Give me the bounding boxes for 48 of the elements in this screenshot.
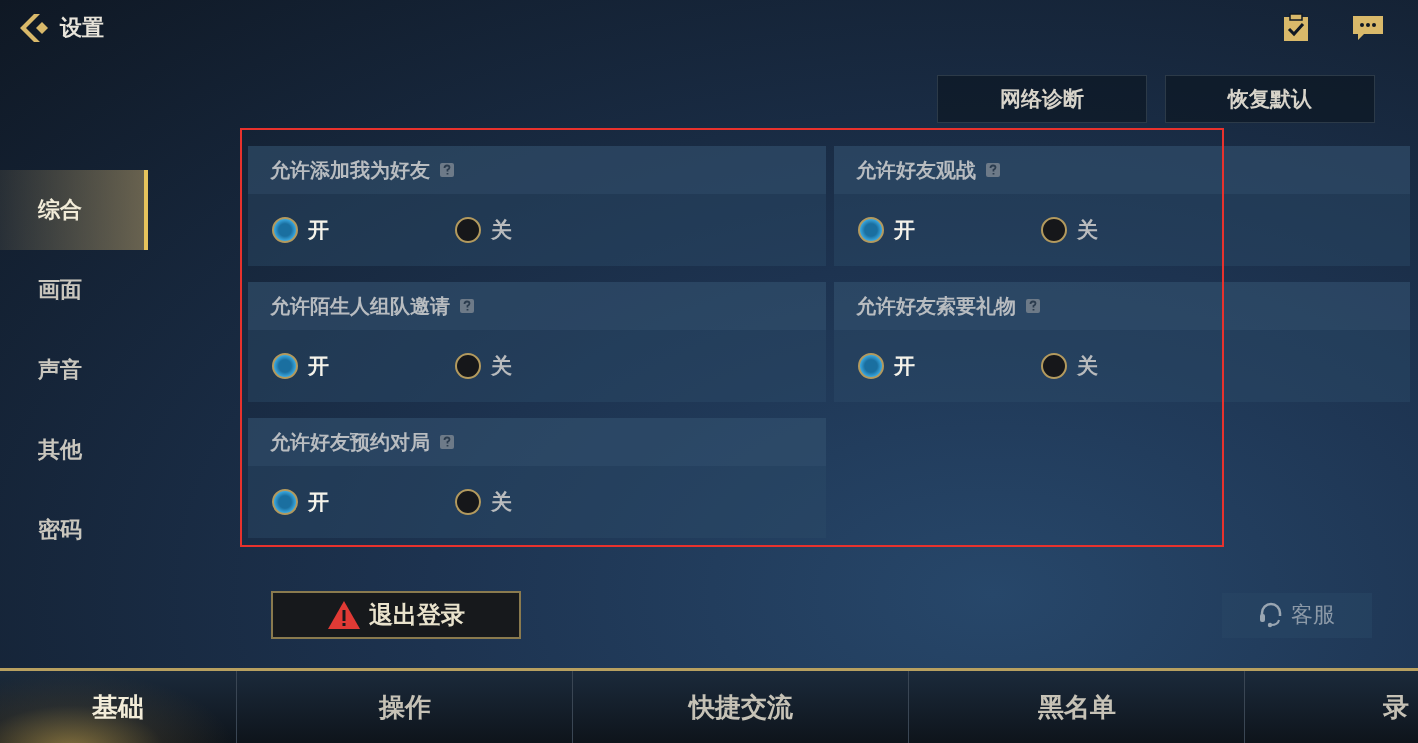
checklist-icon[interactable] <box>1282 12 1310 43</box>
sidebar-item[interactable]: 声音 <box>0 330 148 410</box>
sidebar-item[interactable]: 画面 <box>0 250 148 330</box>
radio-label: 开 <box>894 353 915 380</box>
radio-button[interactable] <box>858 353 884 379</box>
radio-button[interactable] <box>455 489 481 515</box>
help-icon[interactable] <box>440 163 454 177</box>
sidebar-item[interactable]: 其他 <box>0 410 148 490</box>
page-title: 设置 <box>60 13 104 42</box>
toolbar-button[interactable]: 网络诊断 <box>937 75 1147 123</box>
sidebar-item[interactable]: 综合 <box>0 170 148 250</box>
warning-icon <box>327 600 361 630</box>
sidebar-item[interactable]: 密码 <box>0 490 148 570</box>
radio-button[interactable] <box>858 217 884 243</box>
setting-title: 允许添加我为好友 <box>270 156 430 184</box>
help-icon[interactable] <box>440 435 454 449</box>
setting-title: 允许好友索要礼物 <box>856 292 1016 320</box>
bottom-tab[interactable]: 操作 <box>236 671 572 743</box>
radio-label: 关 <box>491 217 512 244</box>
radio-label: 开 <box>308 489 329 516</box>
radio-button[interactable] <box>455 217 481 243</box>
help-icon[interactable] <box>986 163 1000 177</box>
radio-button[interactable] <box>272 489 298 515</box>
setting-title: 允许陌生人组队邀请 <box>270 292 450 320</box>
radio-label: 关 <box>491 353 512 380</box>
bottom-tab[interactable]: 黑名单 <box>908 671 1244 743</box>
radio-label: 关 <box>491 489 512 516</box>
radio-label: 开 <box>308 353 329 380</box>
radio-button[interactable] <box>455 353 481 379</box>
radio-label: 开 <box>894 217 915 244</box>
radio-button[interactable] <box>272 353 298 379</box>
logout-button[interactable]: 退出登录 <box>271 591 521 639</box>
setting-title: 允许好友观战 <box>856 156 976 184</box>
customer-service-button[interactable]: 客服 <box>1222 592 1372 638</box>
radio-label: 关 <box>1077 353 1098 380</box>
radio-label: 开 <box>308 217 329 244</box>
toolbar-button[interactable]: 恢复默认 <box>1165 75 1375 123</box>
help-icon[interactable] <box>1026 299 1040 313</box>
radio-button[interactable] <box>1041 353 1067 379</box>
setting-title: 允许好友预约对局 <box>270 428 430 456</box>
bottom-tab[interactable]: 快捷交流 <box>572 671 908 743</box>
help-icon[interactable] <box>460 299 474 313</box>
radio-button[interactable] <box>272 217 298 243</box>
radio-button[interactable] <box>1041 217 1067 243</box>
bottom-tab[interactable]: 录 <box>1244 671 1418 743</box>
headset-icon <box>1259 602 1283 628</box>
radio-label: 关 <box>1077 217 1098 244</box>
chat-icon[interactable] <box>1352 13 1384 42</box>
